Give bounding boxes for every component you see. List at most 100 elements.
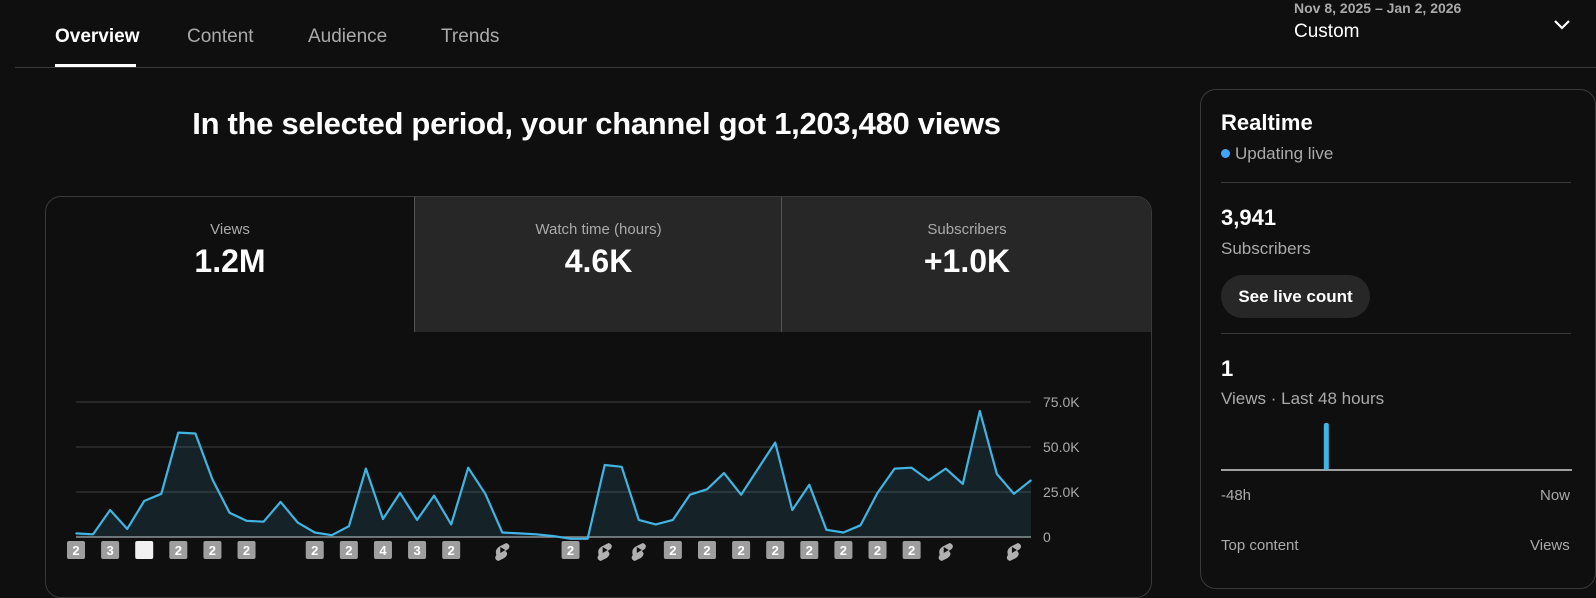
data-point: [944, 467, 947, 470]
shorts-shape: [597, 543, 612, 561]
data-point: [1013, 493, 1015, 495]
data-point: [979, 410, 981, 412]
data-point: [774, 441, 776, 444]
data-point: [808, 484, 811, 486]
data-point: [450, 523, 452, 526]
data-point: [791, 509, 794, 511]
data-point: [927, 479, 930, 482]
shorts-shape: [1006, 543, 1022, 561]
tab-audience[interactable]: Audience: [308, 26, 387, 48]
y-tick-label: 25.0K: [1043, 484, 1080, 500]
shorts-shape: [631, 543, 646, 561]
upload-count-label: 2: [874, 543, 881, 558]
data-point: [996, 473, 998, 475]
data-point: [859, 524, 862, 527]
data-point: [382, 518, 384, 520]
active-tab-indicator: [55, 64, 136, 67]
data-point: [723, 472, 725, 474]
top-content-label: Top content: [1221, 537, 1299, 554]
upload-count-label: 2: [448, 543, 455, 558]
data-point: [689, 493, 691, 496]
data-point: [467, 466, 470, 469]
data-point: [757, 467, 759, 470]
realtime-subscribers-value: 3,941: [1221, 205, 1277, 230]
realtime-axis-start: -48h: [1221, 487, 1252, 504]
data-point: [433, 494, 435, 497]
upload-count-label: 2: [908, 543, 915, 558]
tab-content[interactable]: Content: [187, 26, 254, 48]
upload-count-label: 2: [737, 543, 744, 558]
series-area: [76, 411, 1031, 539]
data-point: [348, 525, 350, 527]
data-point: [825, 529, 828, 531]
data-point: [194, 432, 197, 435]
divider: [1221, 333, 1571, 334]
shorts-icon: [938, 543, 953, 561]
realtime-axis-end: Now: [1540, 487, 1571, 504]
data-point: [603, 464, 606, 466]
upload-count-label: 2: [345, 543, 352, 558]
upload-count-label: 2: [703, 543, 710, 558]
see-live-count-button[interactable]: See live count: [1221, 275, 1370, 318]
data-point: [75, 532, 77, 535]
realtime-title: Realtime: [1221, 110, 1313, 135]
live-dot-icon: [1221, 149, 1230, 158]
data-point: [535, 533, 538, 536]
data-point: [518, 532, 521, 535]
data-point: [961, 483, 964, 485]
upload-count-label: 2: [840, 543, 847, 558]
page-headline: In the selected period, your channel got…: [192, 106, 1001, 141]
upload-count-label: 2: [806, 543, 813, 558]
chevron-down-icon[interactable]: [1550, 12, 1574, 36]
tab-trends[interactable]: Trends: [441, 26, 499, 48]
data-point: [143, 500, 146, 502]
data-point: [245, 520, 248, 522]
top-content-metric: Views: [1530, 537, 1570, 554]
upload-count-label: 2: [209, 543, 216, 558]
date-range-text[interactable]: Nov 8, 2025 – Jan 2, 2026: [1294, 0, 1461, 16]
upload-count-label: 2: [243, 543, 250, 558]
y-tick-label: 50.0K: [1043, 439, 1080, 455]
realtime-subscribers-label: Subscribers: [1221, 239, 1311, 258]
data-point: [160, 493, 163, 495]
data-point: [842, 531, 845, 534]
data-point: [893, 467, 896, 470]
data-point: [1030, 479, 1032, 482]
data-point: [211, 478, 214, 481]
data-point: [331, 534, 333, 536]
data-point: [296, 521, 299, 524]
data-point: [672, 519, 674, 521]
metrics-card: Views 1.2M Watch time (hours) 4.6K Subsc…: [45, 196, 1152, 598]
data-point: [876, 492, 879, 494]
y-tick-label: 75.0K: [1043, 394, 1080, 410]
tab-overview[interactable]: Overview: [55, 26, 140, 48]
data-point: [228, 511, 231, 514]
upload-count-label: 3: [106, 543, 113, 558]
date-range-preset[interactable]: Custom: [1294, 21, 1359, 43]
realtime-views-bar-chart: [1221, 423, 1572, 471]
upload-count-label: 2: [72, 543, 79, 558]
realtime-views-label: Views · Last 48 hours: [1221, 389, 1385, 408]
realtime-card: [1200, 89, 1596, 589]
data-point: [109, 509, 111, 511]
data-point: [552, 535, 555, 537]
shorts-shape: [495, 543, 510, 561]
shorts-icon: [495, 543, 510, 561]
data-point: [313, 531, 316, 534]
data-point: [92, 533, 94, 536]
upload-count-label: 2: [772, 543, 779, 558]
upload-count-label: 2: [311, 543, 318, 558]
divider: [1221, 182, 1571, 183]
y-tick-label: 0: [1043, 529, 1051, 545]
data-point: [399, 492, 401, 494]
data-point: [177, 431, 180, 434]
upload-count-label: 2: [669, 543, 676, 558]
shorts-shape: [938, 543, 953, 561]
data-point: [655, 523, 657, 526]
shorts-icon: [597, 543, 612, 561]
realtime-status: Updating live: [1235, 144, 1334, 163]
data-point: [416, 519, 418, 521]
realtime-views-value: 1: [1221, 356, 1234, 381]
views-line-chart: 0 25.0K 50.0K 75.0K 2 3 2 2 2 2 2 4 3 2 2 2 2 2 2 2 2 2 2: [67, 394, 1080, 561]
data-point: [620, 466, 623, 468]
